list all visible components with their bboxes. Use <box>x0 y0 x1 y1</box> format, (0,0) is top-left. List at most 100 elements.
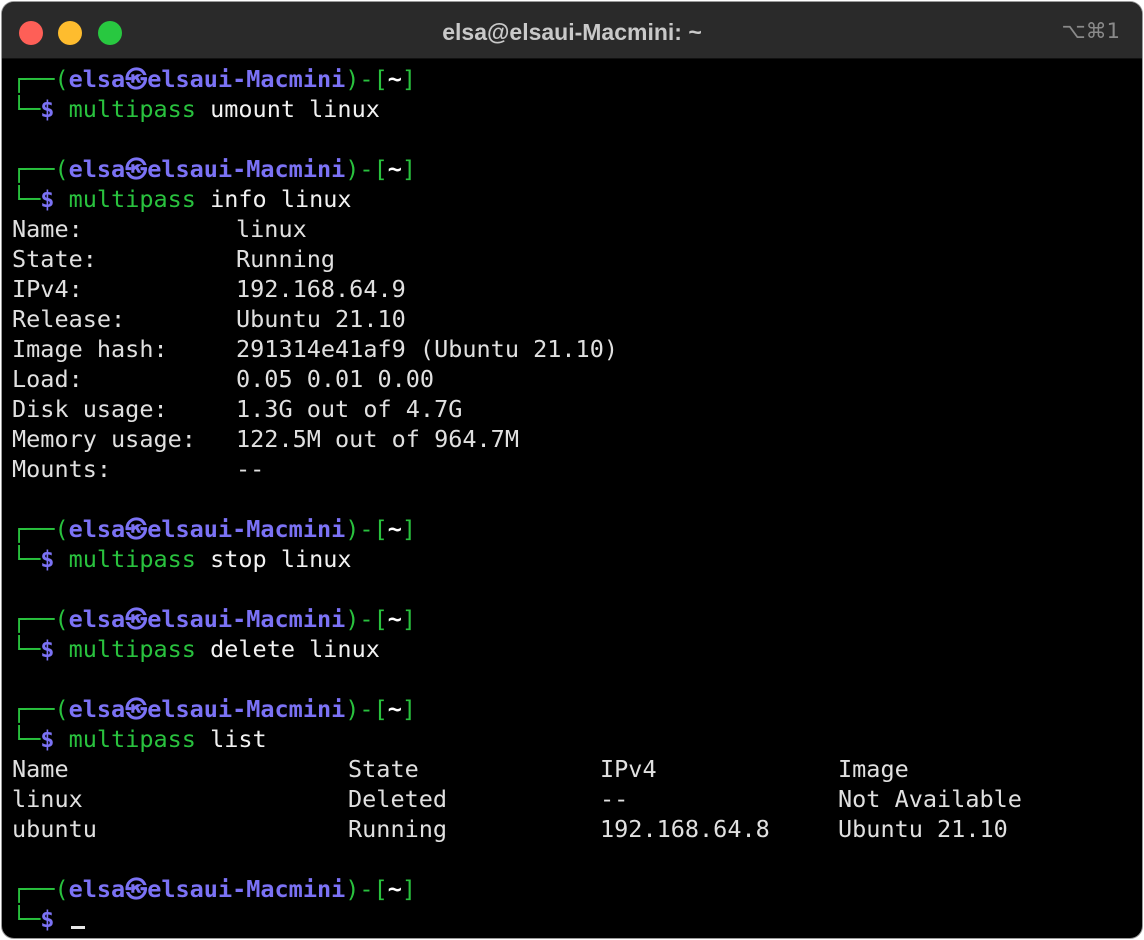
info-row: State: Running <box>12 244 1132 274</box>
title-bar: elsa@elsaui-Macmini: ~ ⌥⌘1 <box>2 2 1142 59</box>
table-cell: Deleted <box>348 785 448 813</box>
terminal-window: elsa@elsaui-Macmini: ~ ⌥⌘1 ┌──(elsa㉿elsa… <box>2 2 1142 938</box>
column-header: Name <box>12 755 69 783</box>
info-row: Memory usage: 122.5M out of 964.7M <box>12 424 1132 454</box>
prompt-dir: ~ <box>387 695 402 723</box>
prompt-line: ┌──(elsa㉿elsaui-Macmini)-[~] <box>12 515 417 543</box>
prompt-separator: ㉿ <box>125 608 148 633</box>
prompt-user: elsa <box>68 515 126 543</box>
command-line: └─$ multipass stop linux <box>12 545 352 573</box>
prompt-symbol: $ <box>40 635 55 663</box>
prompt-line: ┌──(elsa㉿elsaui-Macmini)-[~] <box>12 605 417 633</box>
info-row: Load: 0.05 0.01 0.00 <box>12 364 1132 394</box>
table-header: Name State IPv4 Image <box>12 754 1132 784</box>
prompt-host: elsaui-Macmini <box>147 515 346 543</box>
command-name: multipass <box>68 185 196 213</box>
info-value: 192.168.64.9 <box>236 275 406 303</box>
prompt-host: elsaui-Macmini <box>147 875 346 903</box>
prompt-host: elsaui-Macmini <box>147 65 346 93</box>
table-cell: -- <box>600 785 629 813</box>
table-cell: Not Available <box>838 785 1022 813</box>
info-row: Image hash: 291314e41af9 (Ubuntu 21.10) <box>12 334 1132 364</box>
prompt-separator: ㉿ <box>125 68 148 93</box>
command-line: └─$ multipass delete linux <box>12 635 380 663</box>
info-value: 291314e41af9 (Ubuntu 21.10) <box>236 335 619 363</box>
info-key: Disk usage: <box>12 395 168 423</box>
command-args: delete linux <box>195 635 380 663</box>
prompt-user: elsa <box>68 875 126 903</box>
info-row: Mounts: -- <box>12 454 1132 484</box>
prompt-separator: ㉿ <box>125 158 148 183</box>
info-value: 1.3G out of 4.7G <box>236 395 463 423</box>
prompt-dir: ~ <box>387 605 402 633</box>
info-key: Memory usage: <box>12 425 196 453</box>
table-row: linux Deleted -- Not Available <box>12 784 1132 814</box>
command-args: info linux <box>195 185 352 213</box>
prompt-dir: ~ <box>387 65 402 93</box>
command-input-line[interactable]: └─$ <box>12 904 1132 934</box>
info-key: Image hash: <box>12 335 168 363</box>
command-name: multipass <box>68 95 196 123</box>
prompt-host: elsaui-Macmini <box>147 695 346 723</box>
prompt-symbol: $ <box>40 725 55 753</box>
command-name: multipass <box>68 725 196 753</box>
prompt-host: elsaui-Macmini <box>147 155 346 183</box>
text-cursor <box>70 926 85 929</box>
command-line: └─$ multipass list <box>12 725 267 753</box>
prompt-user: elsa <box>68 65 126 93</box>
terminal-output[interactable]: ┌──(elsa㉿elsaui-Macmini)-[~] └─$ multipa… <box>12 64 1132 938</box>
prompt-line: ┌──(elsa㉿elsaui-Macmini)-[~] <box>12 155 417 183</box>
column-header: Image <box>838 755 909 783</box>
info-key: Name: <box>12 215 83 243</box>
table-row: ubuntu Running 192.168.64.8 Ubuntu 21.10 <box>12 814 1132 844</box>
column-header: State <box>348 755 419 783</box>
command-name: multipass <box>68 635 196 663</box>
info-value: -- <box>236 455 265 483</box>
info-row: Name: linux <box>12 214 1132 244</box>
table-cell: Ubuntu 21.10 <box>838 815 1008 843</box>
info-value: 122.5M out of 964.7M <box>236 425 519 453</box>
prompt-user: elsa <box>68 155 126 183</box>
info-key: Mounts: <box>12 455 112 483</box>
command-line: └─$ multipass info linux <box>12 185 352 213</box>
window-shortcut: ⌥⌘1 <box>1061 19 1120 43</box>
prompt-separator: ㉿ <box>125 518 148 543</box>
prompt-line: ┌──(elsa㉿elsaui-Macmini)-[~] <box>12 65 417 93</box>
column-header: IPv4 <box>600 755 657 783</box>
table-cell: Running <box>348 815 448 843</box>
prompt-symbol: $ <box>40 95 55 123</box>
prompt-user: elsa <box>68 695 126 723</box>
info-value: 0.05 0.01 0.00 <box>236 365 435 393</box>
prompt-separator: ㉿ <box>125 698 148 723</box>
info-row: Release: Ubuntu 21.10 <box>12 304 1132 334</box>
info-value: Running <box>236 245 336 273</box>
command-args: list <box>195 725 267 753</box>
prompt-dir: ~ <box>387 515 402 543</box>
window-title: elsa@elsaui-Macmini: ~ <box>442 19 702 45</box>
prompt-symbol: $ <box>40 905 55 933</box>
info-key: Load: <box>12 365 83 393</box>
prompt-line: ┌──(elsa㉿elsaui-Macmini)-[~] <box>12 695 417 723</box>
info-key: IPv4: <box>12 275 83 303</box>
table-cell: ubuntu <box>12 815 97 843</box>
prompt-line: ┌──(elsa㉿elsaui-Macmini)-[~] <box>12 875 417 903</box>
prompt-symbol: $ <box>40 545 55 573</box>
prompt-dir: ~ <box>387 155 402 183</box>
prompt-host: elsaui-Macmini <box>147 605 346 633</box>
info-value: linux <box>236 215 307 243</box>
prompt-dir: ~ <box>387 875 402 903</box>
command-line: └─$ multipass umount linux <box>12 95 380 123</box>
command-name: multipass <box>68 545 196 573</box>
info-key: State: <box>12 245 97 273</box>
table-cell: 192.168.64.8 <box>600 815 770 843</box>
table-cell: linux <box>12 785 83 813</box>
command-args: umount linux <box>195 95 380 123</box>
command-args: stop linux <box>195 545 352 573</box>
info-row: Disk usage: 1.3G out of 4.7G <box>12 394 1132 424</box>
prompt-separator: ㉿ <box>125 878 148 903</box>
info-key: Release: <box>12 305 126 333</box>
prompt-user: elsa <box>68 605 126 633</box>
info-value: Ubuntu 21.10 <box>236 305 406 333</box>
info-row: IPv4: 192.168.64.9 <box>12 274 1132 304</box>
prompt-symbol: $ <box>40 185 55 213</box>
